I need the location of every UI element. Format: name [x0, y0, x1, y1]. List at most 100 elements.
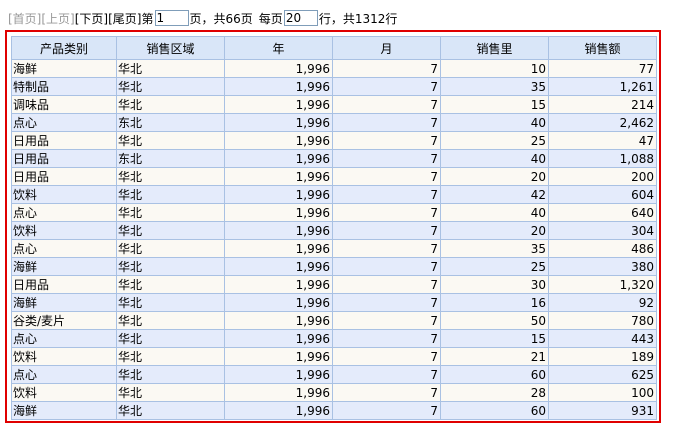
cell-year: 1,996: [224, 113, 333, 132]
cell-category: 日用品: [11, 131, 117, 150]
cell-quantity: 40: [440, 203, 549, 222]
cell-quantity: 42: [440, 185, 549, 204]
cell-category: 点心: [11, 203, 117, 222]
cell-amount: 304: [548, 221, 657, 240]
pagination-bar: [首页] [上页] [下页] [尾页] 第 页，共66页 每页 行，共1312行: [8, 8, 397, 28]
cell-quantity: 60: [440, 365, 549, 384]
cell-amount: 380: [548, 257, 657, 276]
cell-region: 华北: [116, 275, 225, 294]
cell-category: 海鲜: [11, 401, 117, 420]
cell-quantity: 15: [440, 95, 549, 114]
next-page-link[interactable]: [下页]: [75, 10, 108, 27]
cell-amount: 2,462: [548, 113, 657, 132]
cell-quantity: 40: [440, 149, 549, 168]
cell-quantity: 16: [440, 293, 549, 312]
table-row: 点心 华北 1,996 7 60 625: [11, 365, 657, 384]
cell-month: 7: [332, 203, 441, 222]
table-row: 海鲜 华北 1,996 7 10 77: [11, 59, 657, 78]
header-month: 月: [332, 36, 441, 60]
cell-year: 1,996: [224, 275, 333, 294]
cell-region: 华北: [116, 131, 225, 150]
cell-category: 海鲜: [11, 293, 117, 312]
cell-quantity: 15: [440, 329, 549, 348]
cell-year: 1,996: [224, 77, 333, 96]
cell-month: 7: [332, 149, 441, 168]
cell-month: 7: [332, 329, 441, 348]
cell-amount: 780: [548, 311, 657, 330]
cell-month: 7: [332, 365, 441, 384]
cell-quantity: 60: [440, 401, 549, 420]
cell-amount: 92: [548, 293, 657, 312]
cell-year: 1,996: [224, 59, 333, 78]
cell-category: 谷类/麦片: [11, 311, 117, 330]
cell-quantity: 30: [440, 275, 549, 294]
cell-month: 7: [332, 221, 441, 240]
page-number-input[interactable]: [154, 10, 189, 26]
table-row: 海鲜 华北 1,996 7 25 380: [11, 257, 657, 276]
cell-category: 调味品: [11, 95, 117, 114]
cell-region: 华北: [116, 221, 225, 240]
cell-quantity: 21: [440, 347, 549, 366]
first-page-link[interactable]: [首页]: [8, 10, 41, 27]
cell-region: 华北: [116, 203, 225, 222]
cell-region: 华北: [116, 185, 225, 204]
cell-category: 点心: [11, 329, 117, 348]
table-row: 点心 华北 1,996 7 35 486: [11, 239, 657, 258]
table-row: 日用品 华北 1,996 7 30 1,320: [11, 275, 657, 294]
cell-month: 7: [332, 239, 441, 258]
table-body: 海鲜 华北 1,996 7 10 77 特制品 华北 1,996 7 35 1,261 调味品 华北 1,9…: [11, 59, 657, 420]
cell-category: 点心: [11, 113, 117, 132]
cell-amount: 625: [548, 365, 657, 384]
cell-region: 华北: [116, 329, 225, 348]
cell-quantity: 40: [440, 113, 549, 132]
cell-month: 7: [332, 185, 441, 204]
cell-quantity: 35: [440, 77, 549, 96]
cell-amount: 189: [548, 347, 657, 366]
page-prefix-label: 第: [141, 11, 154, 26]
prev-page-link[interactable]: [上页]: [41, 10, 74, 27]
cell-month: 7: [332, 95, 441, 114]
table-row: 点心 华北 1,996 7 40 640: [11, 203, 657, 222]
cell-region: 华北: [116, 383, 225, 402]
sales-table: 产品类别 销售区域年月销售里 销售额 海鲜 华北 1,996 7 10 77 特制品 华北 1,99…: [11, 36, 657, 420]
cell-amount: 200: [548, 167, 657, 186]
cell-year: 1,996: [224, 347, 333, 366]
table-row: 点心 东北 1,996 7 40 2,462: [11, 113, 657, 132]
last-page-link[interactable]: [尾页]: [108, 10, 141, 27]
table-row: 点心 华北 1,996 7 15 443: [11, 329, 657, 348]
cell-category: 点心: [11, 239, 117, 258]
cell-year: 1,996: [224, 167, 333, 186]
table-row: 饮料 华北 1,996 7 20 304: [11, 221, 657, 240]
cell-year: 1,996: [224, 239, 333, 258]
cell-region: 华北: [116, 293, 225, 312]
cell-year: 1,996: [224, 203, 333, 222]
table-row: 饮料 华北 1,996 7 42 604: [11, 185, 657, 204]
table-row: 饮料 华北 1,996 7 21 189: [11, 347, 657, 366]
table-row: 日用品 华北 1,996 7 25 47: [11, 131, 657, 150]
header-region: 销售区域: [116, 36, 225, 60]
cell-quantity: 35: [440, 239, 549, 258]
row-total-label: 行，共1312行: [318, 11, 398, 26]
cell-region: 华北: [116, 347, 225, 366]
cell-region: 华北: [116, 95, 225, 114]
cell-quantity: 28: [440, 383, 549, 402]
rows-per-page-input[interactable]: [283, 10, 318, 26]
table-row: 海鲜 华北 1,996 7 60 931: [11, 401, 657, 420]
cell-year: 1,996: [224, 149, 333, 168]
table-row: 日用品 东北 1,996 7 40 1,088: [11, 149, 657, 168]
cell-month: 7: [332, 257, 441, 276]
cell-category: 饮料: [11, 221, 117, 240]
cell-year: 1,996: [224, 131, 333, 150]
table-row: 调味品 华北 1,996 7 15 214: [11, 95, 657, 114]
header-quantity: 销售里: [440, 36, 549, 60]
cell-category: 日用品: [11, 167, 117, 186]
cell-year: 1,996: [224, 329, 333, 348]
table-header-row: 产品类别 销售区域年月销售里 销售额: [11, 36, 657, 60]
cell-year: 1,996: [224, 257, 333, 276]
cell-month: 7: [332, 77, 441, 96]
cell-amount: 1,088: [548, 149, 657, 168]
cell-month: 7: [332, 293, 441, 312]
cell-year: 1,996: [224, 365, 333, 384]
cell-region: 华北: [116, 167, 225, 186]
cell-month: 7: [332, 383, 441, 402]
